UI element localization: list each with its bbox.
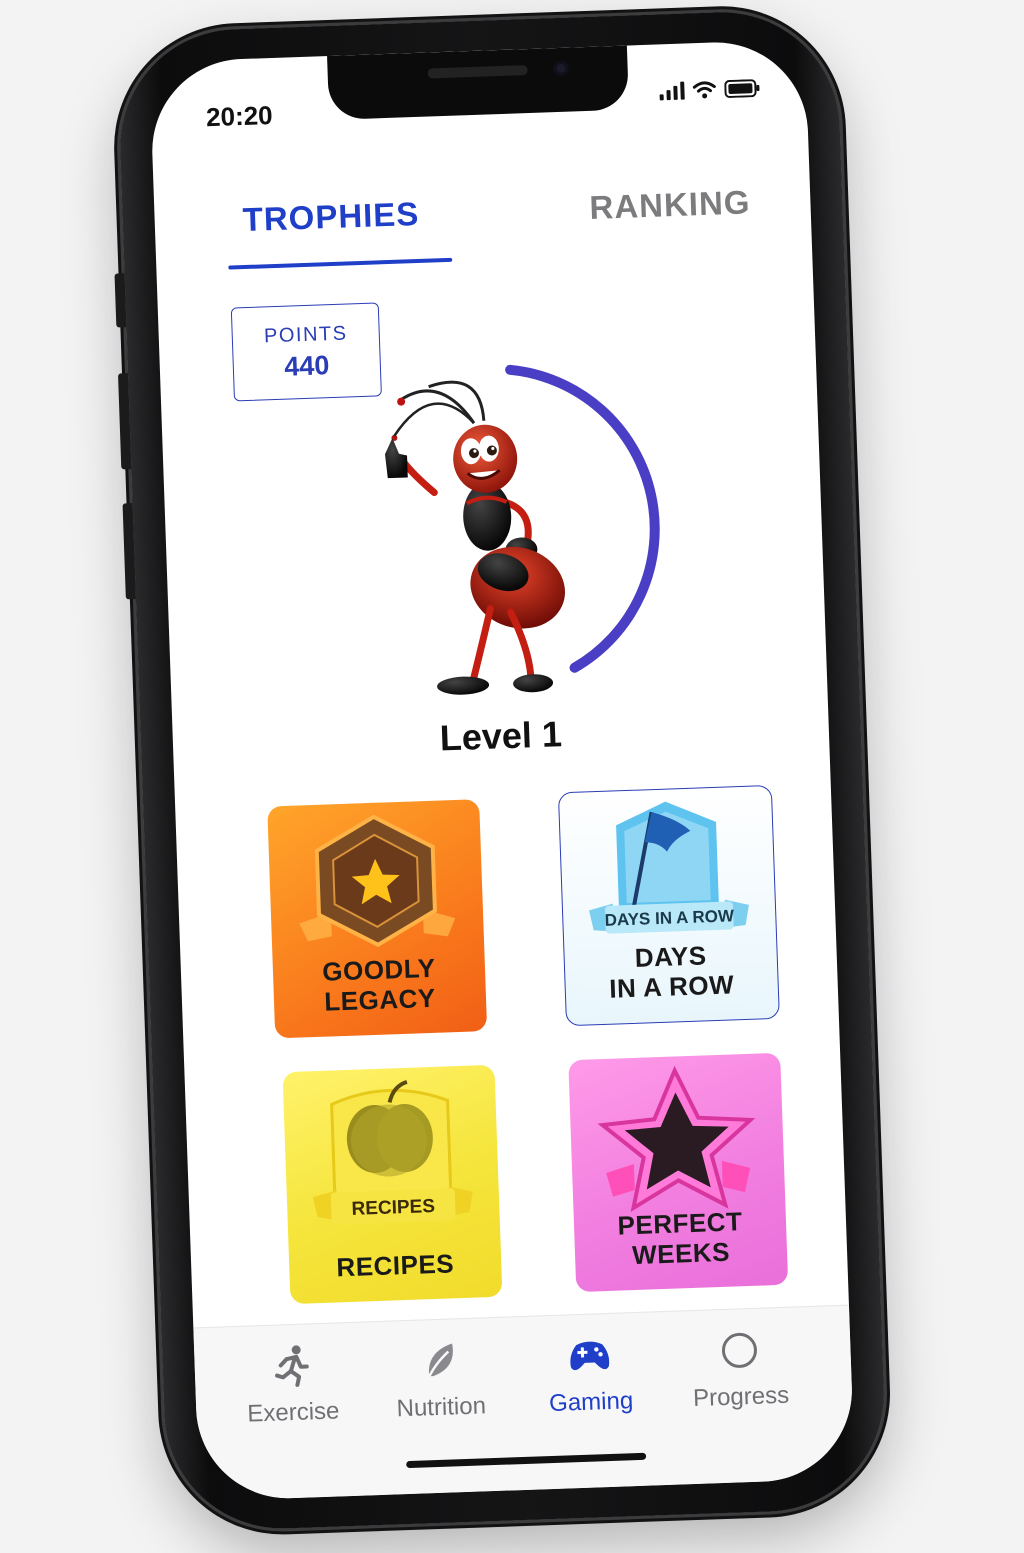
trophy-card-recipes[interactable]: RECIPES RECIPES (282, 1064, 503, 1305)
front-camera (553, 60, 569, 77)
trophy-card-goodly-legacy[interactable]: GOODLY LEGACY (267, 799, 488, 1039)
trophy-title: PERFECT WEEKS (617, 1206, 743, 1271)
wifi-icon (692, 81, 716, 99)
nav-label: Progress (692, 1381, 790, 1413)
status-icons (659, 79, 761, 101)
app-screen: 20:20 TROPHIES RANKING POINTS 440 Level … (149, 39, 856, 1502)
phone-mockup: 20:20 TROPHIES RANKING POINTS 440 Level … (0, 0, 1024, 1553)
tab-ranking[interactable]: RANKING (589, 183, 751, 227)
battery-icon (724, 79, 760, 98)
bottom-nav: Exercise Nutrition Gaming Progress (193, 1304, 856, 1502)
notch (327, 45, 630, 120)
ant-mascot (384, 380, 566, 695)
nav-progress[interactable]: Progress (664, 1325, 817, 1414)
volume-down-button (122, 503, 136, 600)
recipes-ribbon: RECIPES (351, 1196, 435, 1220)
nav-exercise[interactable]: Exercise (216, 1340, 369, 1429)
volume-up-button (117, 373, 132, 470)
level-label: Level 1 (439, 713, 563, 759)
nav-label: Exercise (246, 1397, 340, 1428)
points-box: POINTS 440 (230, 302, 382, 402)
status-time: 20:20 (205, 99, 274, 133)
trophy-card-perfect-weeks[interactable]: PERFECT WEEKS (568, 1052, 789, 1293)
trophy-title: GOODLY LEGACY (321, 952, 437, 1017)
phone-frame: 20:20 TROPHIES RANKING POINTS 440 Level … (114, 8, 889, 1533)
trophy-card-days-in-a-row[interactable]: DAYS IN A ROW DAYS IN A ROW (557, 784, 780, 1027)
circle-icon (721, 1332, 757, 1368)
hexagon-star-badge-icon (299, 814, 456, 948)
gamepad-icon (570, 1341, 610, 1371)
points-value: 440 (283, 350, 330, 382)
nav-nutrition[interactable]: Nutrition (364, 1335, 517, 1424)
signal-icon (659, 81, 685, 101)
speaker-grille (427, 65, 528, 79)
trophy-title: RECIPES (335, 1248, 455, 1283)
home-indicator[interactable] (406, 1452, 647, 1469)
leaf-icon (426, 1343, 453, 1381)
trophy-title: DAYS IN A ROW (608, 940, 735, 1004)
star-badge-icon (597, 1065, 756, 1213)
apple-badge-icon: RECIPES (312, 1079, 473, 1225)
runner-icon (275, 1345, 309, 1387)
tab-trophies[interactable]: TROPHIES (242, 195, 420, 239)
active-tab-indicator (228, 257, 453, 270)
nav-label: Nutrition (396, 1392, 487, 1423)
nav-label: Gaming (548, 1387, 634, 1418)
flag-badge-icon: DAYS IN A ROW (589, 801, 749, 934)
points-label: POINTS (263, 322, 348, 348)
mute-switch (114, 273, 127, 328)
nav-gaming[interactable]: Gaming (514, 1330, 667, 1419)
